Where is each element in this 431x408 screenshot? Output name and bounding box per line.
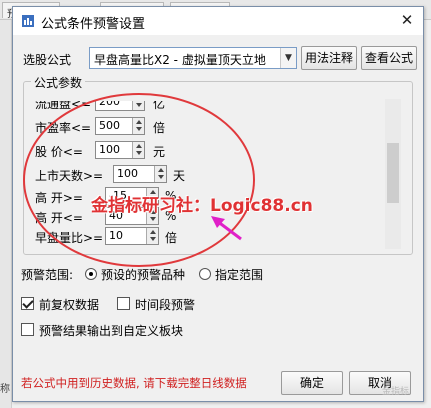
scrollbar-thumb[interactable] <box>387 143 399 203</box>
range-custom-label[interactable]: 指定范围 <box>215 266 263 283</box>
param-value: 10 <box>109 229 123 242</box>
param-row: 上市天数>= 100 天 <box>35 165 375 183</box>
param-label: 流通盘<= <box>35 101 92 111</box>
usage-notes-button[interactable]: 用法注释 <box>301 46 357 70</box>
param-unit: 倍 <box>153 121 166 135</box>
param-spinbox[interactable]: 10 <box>105 227 159 245</box>
dialog-title: 公式条件预警设置 <box>41 17 146 32</box>
param-row: 流通盘<= 200 亿 <box>35 101 375 111</box>
param-spinbox[interactable]: 100 <box>95 141 145 159</box>
param-unit: 元 <box>153 145 166 159</box>
param-value: 500 <box>99 119 120 132</box>
app-icon <box>22 15 34 27</box>
param-label: 股 价<= <box>35 145 83 159</box>
params-scrollbar[interactable] <box>385 99 401 249</box>
param-label: 高 开<= <box>35 211 83 225</box>
output-block-checkbox[interactable] <box>21 323 34 336</box>
range-custom-radio[interactable] <box>199 268 211 280</box>
params-group-title: 公式参数 <box>31 74 86 91</box>
chevron-down-icon[interactable]: ▼ <box>280 48 296 68</box>
param-label: 市盈率<= <box>35 121 92 135</box>
param-value: 200 <box>99 101 120 108</box>
param-row: 市盈率<= 500 倍 <box>35 117 375 135</box>
param-unit: 倍 <box>165 231 178 245</box>
param-label: 高 开>= <box>35 191 83 205</box>
close-icon[interactable]: ✕ <box>395 10 419 30</box>
spin-arrows-icon[interactable] <box>132 101 144 110</box>
param-row: 股 价<= 100 元 <box>35 141 375 159</box>
spin-arrows-icon[interactable] <box>132 118 144 134</box>
watermark-text: 金指标研习社：Logic88.cn <box>91 196 313 216</box>
adjusted-data-label[interactable]: 前复权数据 <box>39 296 99 313</box>
spin-arrows-icon[interactable] <box>154 166 166 182</box>
param-spinbox[interactable]: 500 <box>95 117 145 135</box>
view-formula-button[interactable]: 查看公式 <box>361 46 417 70</box>
output-block-label[interactable]: 预警结果输出到自定义板块 <box>39 322 183 339</box>
param-label: 早盘量比>= <box>35 231 104 245</box>
title-bar[interactable]: 公式条件预警设置 ✕ <box>13 7 423 35</box>
param-row: 早盘量比>= 10 倍 <box>35 227 375 245</box>
range-preset-label[interactable]: 预设的预警品种 <box>101 266 185 283</box>
spin-arrows-icon[interactable] <box>146 228 158 244</box>
wechat-watermark: 金指标 <box>382 387 410 397</box>
formula-label: 选股公式 <box>23 53 72 67</box>
param-value: 100 <box>117 167 138 180</box>
annotation-arrow-icon <box>211 216 242 241</box>
time-period-checkbox[interactable] <box>117 297 130 310</box>
param-unit: 天 <box>173 169 186 183</box>
param-spinbox[interactable]: 100 <box>113 165 167 183</box>
formula-select[interactable]: 早盘高量比X2 - 虚拟量顶天立地 ▼ <box>89 47 297 69</box>
background-window-edge: 称 <box>0 20 12 408</box>
alert-settings-dialog: 公式条件预警设置 ✕ 选股公式 早盘高量比X2 - 虚拟量顶天立地 ▼ 用法注释… <box>12 6 424 402</box>
spin-arrows-icon[interactable] <box>132 142 144 158</box>
adjusted-data-checkbox[interactable] <box>21 297 34 310</box>
ok-button[interactable]: 确定 <box>281 371 343 395</box>
range-preset-radio[interactable] <box>85 268 97 280</box>
formula-selected-value: 早盘高量比X2 - 虚拟量顶天立地 <box>94 53 266 67</box>
param-unit: 亿 <box>153 101 166 111</box>
param-value: 100 <box>99 143 120 156</box>
history-data-note: 若公式中用到历史数据, 请下载完整日线数据 <box>21 376 247 390</box>
time-period-label[interactable]: 时间段预警 <box>135 296 195 313</box>
range-label: 预警范围: <box>21 268 74 282</box>
param-label: 上市天数>= <box>35 169 104 183</box>
background-edge-text: 称 <box>0 384 10 395</box>
param-spinbox[interactable]: 200 <box>95 101 145 111</box>
